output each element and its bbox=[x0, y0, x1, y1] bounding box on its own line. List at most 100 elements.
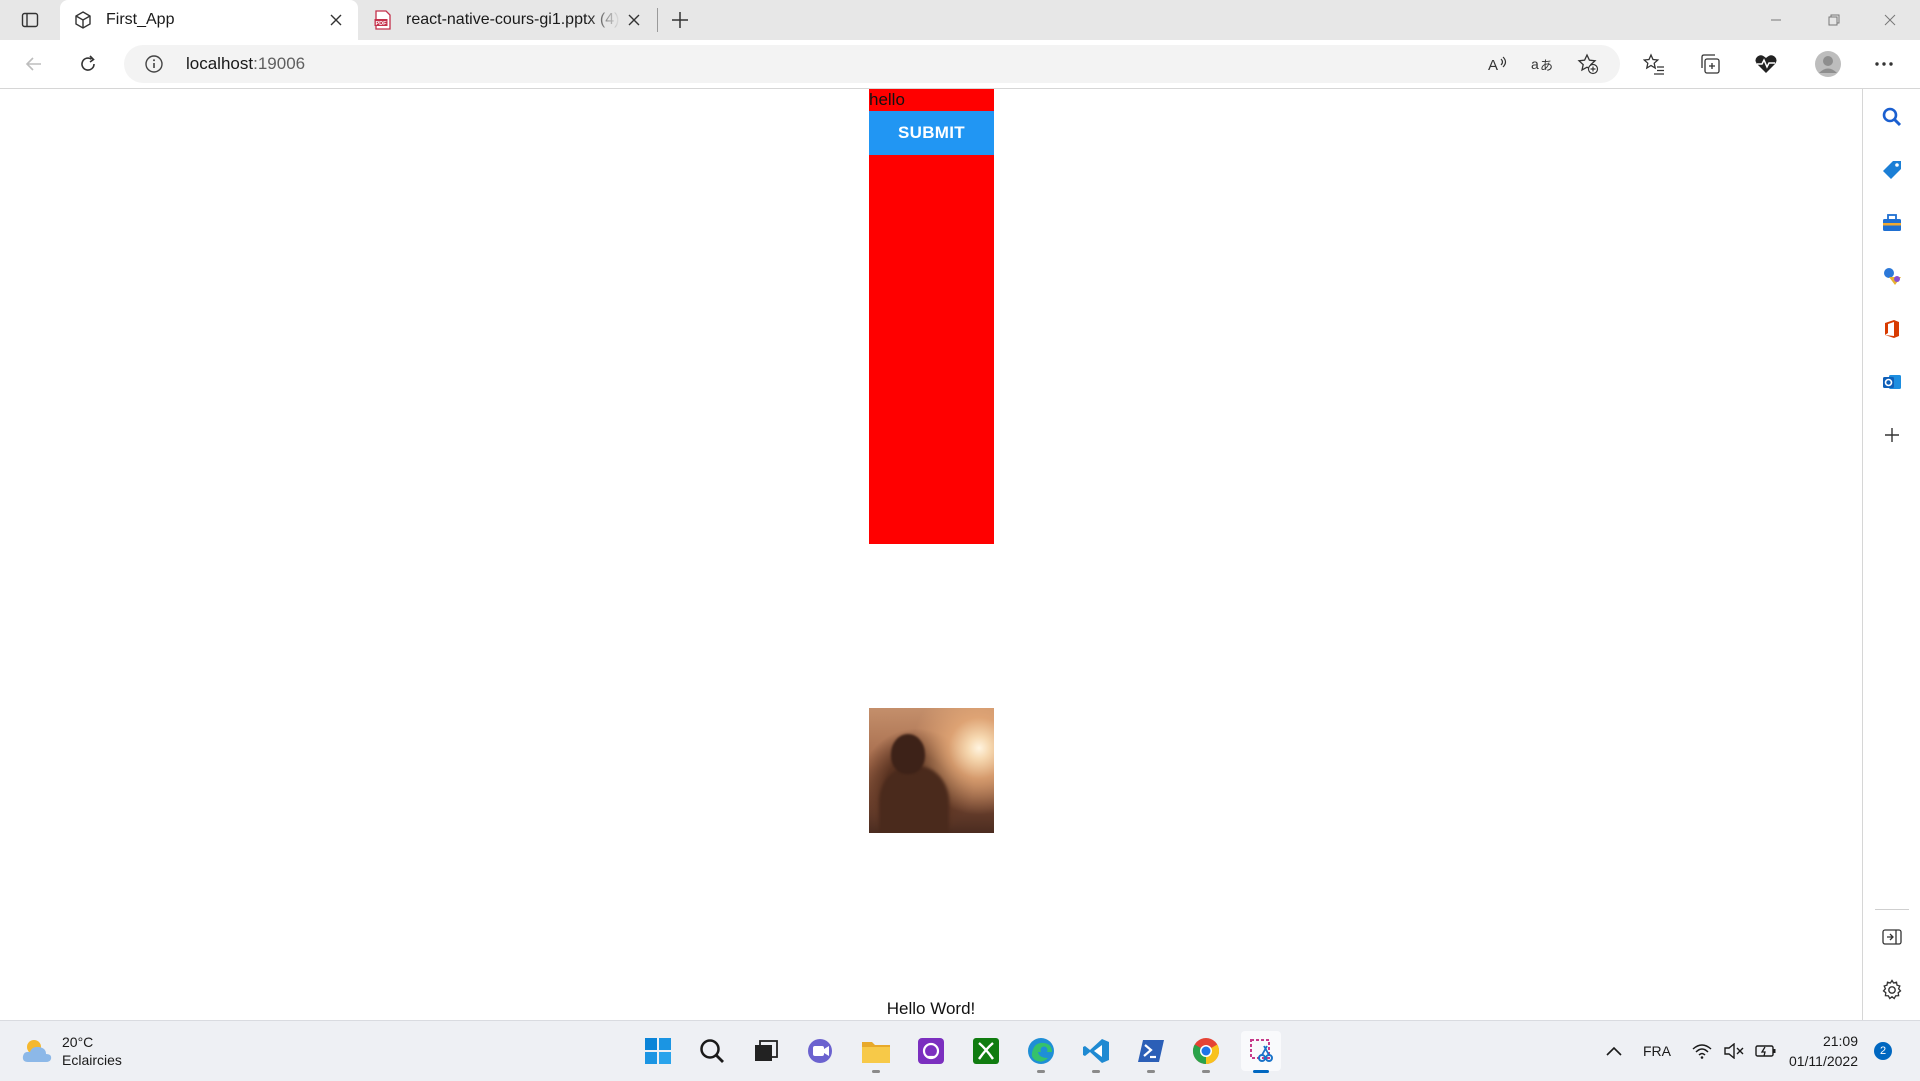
sidebar-hide-button[interactable] bbox=[1874, 919, 1910, 955]
close-tab-button[interactable] bbox=[322, 6, 350, 34]
close-icon bbox=[1884, 14, 1896, 26]
back-arrow-icon bbox=[25, 57, 41, 71]
sunset-photo bbox=[869, 708, 994, 833]
sidebar-games-button[interactable] bbox=[1874, 258, 1910, 294]
info-icon[interactable] bbox=[144, 54, 164, 74]
toolbox-icon bbox=[1883, 214, 1901, 231]
shopping-tag-icon bbox=[1883, 161, 1901, 179]
submit-button[interactable]: SUBMIT bbox=[869, 111, 994, 155]
browser-essentials-button[interactable] bbox=[1748, 48, 1784, 80]
tab-title: react-native-cours-gi1.pptx (4) (1 bbox=[406, 11, 620, 28]
outlook-icon bbox=[1883, 375, 1901, 389]
sidebar-tools-button[interactable] bbox=[1874, 205, 1910, 241]
office-icon bbox=[1885, 320, 1899, 338]
active-indicator bbox=[1253, 1070, 1269, 1073]
collections-icon bbox=[1701, 54, 1720, 74]
address-bar[interactable]: localhost:19006 A aあ bbox=[124, 45, 1620, 83]
language-indicator[interactable]: FRA bbox=[1640, 1035, 1674, 1067]
svg-text:a: a bbox=[1531, 56, 1539, 72]
svg-text:PDF: PDF bbox=[376, 21, 388, 27]
start-button[interactable] bbox=[638, 1031, 678, 1071]
refresh-button[interactable] bbox=[70, 48, 106, 80]
avatar-icon bbox=[1815, 51, 1841, 77]
running-indicator bbox=[1037, 1070, 1045, 1073]
vscode-button[interactable] bbox=[1076, 1031, 1116, 1073]
edge-button[interactable] bbox=[1021, 1031, 1061, 1073]
settings-more-button[interactable] bbox=[1866, 48, 1902, 80]
games-icon bbox=[1884, 268, 1901, 285]
powershell-button[interactable] bbox=[1131, 1031, 1171, 1073]
volume-muted-icon bbox=[1724, 1043, 1744, 1059]
profile-button[interactable] bbox=[1810, 48, 1846, 80]
read-aloud-button[interactable]: A bbox=[1484, 51, 1512, 77]
teams-chat-button[interactable] bbox=[801, 1031, 841, 1071]
footer-text: Hello Word! bbox=[886, 999, 976, 1018]
notification-badge[interactable]: 2 bbox=[1874, 1042, 1892, 1060]
url-port: :19006 bbox=[253, 54, 306, 73]
sidebar-add-button[interactable] bbox=[1874, 417, 1910, 453]
chevron-up-icon bbox=[1606, 1046, 1622, 1056]
pdf-icon: PDF bbox=[372, 9, 394, 31]
collections-button[interactable] bbox=[1692, 48, 1728, 80]
add-favorite-button[interactable] bbox=[1574, 51, 1602, 77]
favorites-button[interactable] bbox=[1636, 48, 1672, 80]
tab-first-app[interactable]: First_App bbox=[60, 0, 358, 40]
minimize-icon bbox=[1771, 19, 1781, 21]
sidebar-search-button[interactable] bbox=[1874, 99, 1910, 135]
close-icon bbox=[628, 14, 640, 26]
tab-actions-button[interactable] bbox=[14, 6, 46, 34]
tab-separator bbox=[657, 8, 658, 32]
file-explorer-icon bbox=[862, 1042, 890, 1063]
vscode-icon bbox=[1083, 1039, 1109, 1063]
hello-text: hello bbox=[869, 90, 905, 109]
edge-sidebar bbox=[1862, 89, 1920, 1020]
photo-app-icon bbox=[918, 1038, 944, 1064]
weather-widget[interactable]: 20°C Eclaircies bbox=[20, 1033, 122, 1069]
battery-button[interactable] bbox=[1752, 1035, 1780, 1067]
sidebar-outlook-button[interactable] bbox=[1874, 364, 1910, 400]
tab-pptx[interactable]: PDF react-native-cours-gi1.pptx (4) (1 bbox=[360, 0, 656, 40]
refresh-icon bbox=[81, 55, 95, 71]
task-view-button[interactable] bbox=[746, 1031, 786, 1071]
photo-app-button[interactable] bbox=[911, 1031, 951, 1071]
taskbar-search-button[interactable] bbox=[692, 1031, 732, 1071]
collapse-sidebar-icon bbox=[1882, 929, 1902, 945]
close-tab-button[interactable] bbox=[620, 6, 648, 34]
restore-button[interactable] bbox=[1806, 0, 1862, 40]
xbox-button[interactable] bbox=[966, 1031, 1006, 1071]
volume-button[interactable] bbox=[1720, 1035, 1748, 1067]
task-view-icon bbox=[755, 1040, 778, 1061]
back-button[interactable] bbox=[16, 48, 52, 80]
browser-toolbar: localhost:19006 A aあ bbox=[0, 40, 1920, 89]
url-text[interactable]: localhost:19006 bbox=[186, 54, 305, 74]
restore-icon bbox=[1828, 14, 1840, 26]
red-container: hello SUBMIT bbox=[869, 89, 994, 544]
partly-cloudy-icon bbox=[22, 1040, 52, 1062]
close-window-button[interactable] bbox=[1862, 0, 1918, 40]
sidebar-shopping-button[interactable] bbox=[1874, 152, 1910, 188]
clock[interactable]: 21:09 01/11/2022 bbox=[1786, 1031, 1858, 1071]
running-indicator bbox=[1147, 1070, 1155, 1073]
search-icon bbox=[700, 1039, 724, 1063]
snipping-tool-button[interactable] bbox=[1241, 1031, 1281, 1073]
plus-icon bbox=[672, 12, 688, 28]
running-indicator bbox=[872, 1070, 880, 1073]
sidebar-office-button[interactable] bbox=[1874, 311, 1910, 347]
powershell-icon bbox=[1138, 1040, 1164, 1062]
translate-icon: aあ bbox=[1531, 56, 1553, 74]
network-button[interactable] bbox=[1688, 1035, 1716, 1067]
file-explorer-button[interactable] bbox=[856, 1031, 896, 1073]
tab-strip: First_App PDF react-native-cours-gi1.ppt… bbox=[0, 0, 1920, 40]
translate-button[interactable]: aあ bbox=[1529, 51, 1557, 77]
minimize-button[interactable] bbox=[1748, 0, 1804, 40]
show-hidden-icons-button[interactable] bbox=[1600, 1035, 1628, 1067]
page-viewport: hello SUBMIT Hello Word! bbox=[0, 89, 1862, 1020]
running-indicator bbox=[1092, 1070, 1100, 1073]
tab-title: First_App bbox=[106, 11, 175, 28]
chrome-button[interactable] bbox=[1186, 1031, 1226, 1073]
svg-text:A: A bbox=[1488, 57, 1498, 74]
heart-pulse-icon bbox=[1755, 55, 1777, 73]
sidebar-settings-button[interactable] bbox=[1874, 972, 1910, 1008]
new-tab-button[interactable] bbox=[664, 4, 696, 36]
weather-temperature: 20°C bbox=[62, 1034, 94, 1050]
